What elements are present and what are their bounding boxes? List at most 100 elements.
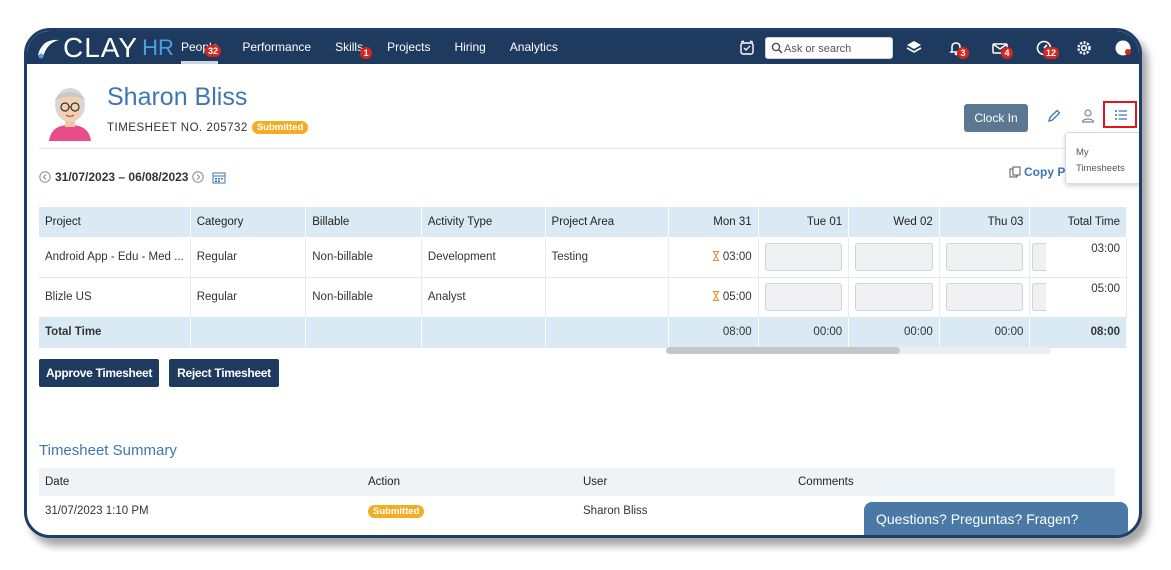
nav-performance[interactable]: Performance xyxy=(242,31,311,64)
cell-billable: Non-billable xyxy=(305,237,422,278)
summary-title: Timesheet Summary xyxy=(39,442,177,459)
nav-skills[interactable]: Skills 1 xyxy=(335,31,373,64)
timesheet-number-row: TIMESHEET NO. 205732 Submitted xyxy=(107,121,309,134)
search-input[interactable] xyxy=(784,40,888,57)
col-billable[interactable]: Billable xyxy=(305,207,422,237)
summary-action: Submitted xyxy=(362,496,577,526)
hours-input[interactable] xyxy=(764,242,843,271)
col-project[interactable]: Project xyxy=(39,207,191,237)
list-icon xyxy=(1115,110,1127,120)
nav-hiring[interactable]: Hiring xyxy=(454,31,485,64)
hours-input[interactable] xyxy=(855,283,933,311)
menu-item-my-timesheets[interactable]: My Timesheets xyxy=(1076,145,1136,177)
summary-user: Sharon Bliss xyxy=(583,505,648,517)
status-badge: Submitted xyxy=(251,121,309,134)
approve-timesheet-button[interactable]: Approve Timesheet xyxy=(39,359,159,387)
copy-icon xyxy=(1009,166,1021,178)
main-nav: People 32 Performance Skills 1 Projects … xyxy=(181,31,582,64)
timesheet-menu-button[interactable] xyxy=(1103,101,1137,128)
cell-area xyxy=(545,277,669,318)
grid-horizontal-scrollbar[interactable] xyxy=(666,347,1051,354)
people-badge: 32 xyxy=(205,45,222,57)
hours-input[interactable] xyxy=(1032,242,1047,271)
app-window: CLAY HR People 32 Performance Skills 1 P… xyxy=(24,28,1142,538)
pencil-icon[interactable] xyxy=(1046,108,1062,124)
search-icon xyxy=(771,42,783,54)
user-avatar-icon[interactable] xyxy=(1114,39,1132,57)
calendar-icon[interactable] xyxy=(212,171,226,184)
nav-analytics-label: Analytics xyxy=(509,40,558,54)
hourglass-icon xyxy=(712,291,719,301)
grid-header-row: Project Category Billable Activity Type … xyxy=(39,207,1127,237)
hours-input[interactable] xyxy=(1032,283,1047,311)
cell-total: 03:00 xyxy=(1029,237,1127,278)
scrollbar-thumb[interactable] xyxy=(666,347,900,354)
total-thu: 00:00 xyxy=(939,317,1031,348)
cell-total: 05:00 xyxy=(1029,277,1127,318)
total-empty xyxy=(421,317,546,348)
nav-people[interactable]: People 32 xyxy=(181,31,222,64)
cell-project: Android App - Edu - Med ... xyxy=(39,237,191,278)
hours-input[interactable] xyxy=(855,242,933,271)
total-wed: 00:00 xyxy=(848,317,940,348)
col-tue: Tue 01 xyxy=(758,207,850,237)
mon-hours: 05:00 xyxy=(722,291,752,303)
gear-icon[interactable] xyxy=(1075,39,1093,57)
nav-projects-label: Projects xyxy=(387,40,431,54)
clock-in-button[interactable]: Clock In xyxy=(964,104,1028,132)
reject-timesheet-button[interactable]: Reject Timesheet xyxy=(169,359,279,387)
logo-swoosh-icon xyxy=(38,39,59,58)
cell-activity: Development xyxy=(421,237,546,278)
col-category[interactable]: Category xyxy=(190,207,307,237)
employee-name: Sharon Bliss xyxy=(107,83,248,111)
header-divider xyxy=(39,148,1105,149)
cell-activity: Analyst xyxy=(421,277,546,318)
top-navbar: CLAY HR People 32 Performance Skills 1 P… xyxy=(27,31,1139,64)
hours-input[interactable] xyxy=(764,283,843,311)
total-label: Total Time xyxy=(39,317,191,348)
logo-suffix: HR xyxy=(142,35,174,60)
activity-button[interactable]: 12 xyxy=(1033,31,1061,64)
help-chat-widget[interactable]: Questions? Preguntas? Fragen? xyxy=(864,502,1128,535)
total-mon: 08:00 xyxy=(667,317,759,348)
summary-col-comments: Comments xyxy=(792,468,1115,496)
hourglass-icon xyxy=(712,250,719,261)
col-mon: Mon 31 xyxy=(667,207,759,237)
next-week-icon[interactable] xyxy=(192,171,205,183)
col-wed: Wed 02 xyxy=(848,207,940,237)
clayhr-logo[interactable]: CLAY HR xyxy=(35,31,174,64)
summary-header-row: Date Action User Comments xyxy=(39,468,1115,496)
skills-badge: 1 xyxy=(360,47,373,59)
employee-avatar xyxy=(49,88,91,141)
total-grand: 08:00 xyxy=(1029,317,1127,348)
alarm-clock-icon[interactable] xyxy=(738,39,756,57)
total-empty xyxy=(190,317,307,348)
summary-col-action: Action xyxy=(362,468,577,496)
nav-projects[interactable]: Projects xyxy=(387,31,430,64)
notifications-button[interactable]: 3 xyxy=(945,31,971,64)
cell-thu xyxy=(939,237,1031,278)
hours-input[interactable] xyxy=(945,283,1024,311)
nav-analytics[interactable]: Analytics xyxy=(510,31,558,64)
col-project-area[interactable]: Project Area xyxy=(545,207,669,237)
col-thu: Thu 03 xyxy=(939,207,1031,237)
cell-wed xyxy=(848,277,940,318)
col-activity-type[interactable]: Activity Type xyxy=(421,207,546,237)
previous-week-icon[interactable] xyxy=(39,171,51,183)
hours-input[interactable] xyxy=(945,242,1024,271)
messages-button[interactable]: 4 xyxy=(989,31,1015,64)
search-box[interactable] xyxy=(765,37,893,59)
cell-mon: 03:00 xyxy=(667,237,759,278)
date-range-selector: 31/07/2023 – 06/08/2023 xyxy=(39,169,226,185)
cell-area: Testing xyxy=(545,237,669,278)
nav-hiring-label: Hiring xyxy=(454,40,486,54)
summary-status-badge: Submitted xyxy=(368,504,425,518)
copy-previous-link[interactable]: Copy Pr xyxy=(1009,165,1070,179)
copy-previous-label: Copy Pr xyxy=(1024,165,1071,179)
bell-badge: 3 xyxy=(957,47,969,59)
speed-badge: 12 xyxy=(1043,47,1060,59)
cell-category: Regular xyxy=(190,277,307,318)
person-icon[interactable] xyxy=(1080,108,1096,124)
summary-col-user: User xyxy=(577,468,792,496)
layers-icon[interactable] xyxy=(905,39,923,57)
